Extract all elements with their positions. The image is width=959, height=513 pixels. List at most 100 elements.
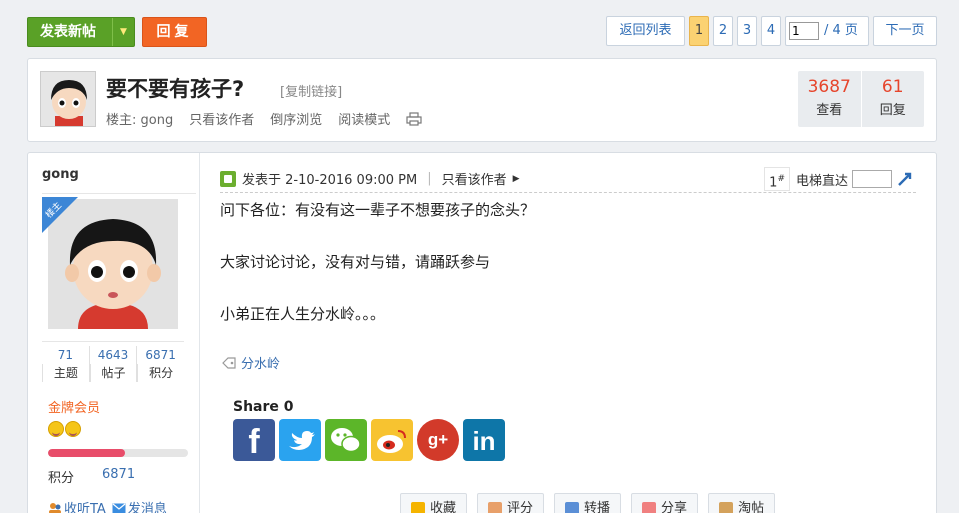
post-header: 发表于 2-10-2016 09:00 PM | 只看该作者 ▶ 1# 电梯直达 [220,165,916,193]
linkedin-icon[interactable]: in [463,419,505,461]
collect-label: 淘帖 [738,501,765,513]
follow-link[interactable]: 收听TA [48,498,106,513]
star-icon [411,502,425,513]
next-page-button[interactable]: 下一页 [873,16,937,46]
new-post-button[interactable]: 发表新帖 ▼ [27,17,135,47]
favorite-button[interactable]: 收藏 [400,493,468,513]
share-buttons: f g+ in [233,419,505,461]
new-post-label: 发表新帖 [40,24,96,40]
cartoon-boy-icon [41,72,95,126]
reply-button[interactable]: 回复 [142,17,207,47]
users-icon [49,503,61,513]
score-label: 积分 [48,471,75,486]
stat-value: 6871 [145,348,176,362]
message-label: 发消息 [127,502,167,513]
reverse-order-link[interactable]: 倒序浏览 [270,109,322,128]
author-stat-posts[interactable]: 4643 帖子 [88,346,137,382]
wechat-bubbles-icon [331,428,361,453]
post-actions: 收藏 评分 转播 分享 淘帖 [400,493,776,513]
thread-stats: 3687 查看 61 回复 [798,71,924,127]
only-author-link[interactable]: 只看该作者 [189,109,254,128]
post-icon [220,170,236,187]
twitter-icon[interactable] [279,419,321,461]
divider [42,193,196,194]
divider: | [427,171,432,186]
author-panel: gong 楼主 71 主题 4643 帖子 6871 积分 金牌会员 积分 68… [28,153,200,513]
go-arrow-icon[interactable] [896,170,916,188]
author-name[interactable]: gong [42,167,79,182]
views-count: 3687 [807,77,851,97]
message-link[interactable]: 发消息 [112,498,167,513]
author-stat-topics[interactable]: 71 主题 [42,346,89,382]
stat-label: 帖子 [89,364,137,382]
post: gong 楼主 71 主题 4643 帖子 6871 积分 金牌会员 积分 68… [27,152,937,513]
twitter-bird-icon [289,431,315,450]
author-score: 积分 6871 [48,467,135,486]
smiley-icon [48,421,64,437]
post-body: 问下各位：有没有这一辈子不想要孩子的念头？ 大家讨论讨论，没有对与错，请踊跃参与… [220,197,535,353]
read-mode-link[interactable]: 阅读模式 [338,109,390,128]
facebook-icon[interactable]: f [233,419,275,461]
only-author-link[interactable]: 只看该作者 [442,169,507,188]
page-2[interactable]: 2 [713,16,733,46]
wechat-icon[interactable] [325,419,367,461]
weibo-eye-icon [377,430,406,453]
floor-sup: # [777,174,785,184]
collect-button[interactable]: 淘帖 [708,493,776,513]
page-jump: / 4 页 [785,16,869,46]
back-to-list-button[interactable]: 返回列表 [606,16,685,46]
copy-link[interactable]: [复制链接] [280,81,342,100]
replies-stat: 61 回复 [860,71,925,127]
floor-number[interactable]: 1# [764,167,790,191]
page-jump-input[interactable] [789,22,819,40]
rank-progress-bar [48,449,188,457]
post-line: 小弟正在人生分水岭。。。 [220,305,386,323]
elevator-label: 电梯直达 [795,173,848,189]
page-4[interactable]: 4 [761,16,781,46]
stat-label: 主题 [42,364,89,382]
author-rank[interactable]: 金牌会员 [48,397,100,416]
replies-label: 回复 [879,103,906,118]
rank-stars [48,421,81,437]
smiley-icon [65,421,81,437]
page-title: 要不要有孩子? [106,77,245,101]
google-plus-icon[interactable]: g+ [417,419,459,461]
share-button[interactable]: 分享 [631,493,699,513]
weibo-icon[interactable] [371,419,413,461]
author-stat-points[interactable]: 6871 积分 [136,346,184,382]
author-stats: 71 主题 4643 帖子 6871 积分 [42,341,184,382]
favorite-label: 收藏 [430,501,457,513]
share-label: Share 0 [233,399,294,415]
avatar[interactable] [40,71,96,127]
post-tag[interactable]: 分水岭 [222,353,280,372]
score-value: 6871 [102,467,136,482]
floor-jump-input[interactable] [852,170,892,188]
post-content: 发表于 2-10-2016 09:00 PM | 只看该作者 ▶ 1# 电梯直达… [200,153,936,513]
thread-header: 要不要有孩子? [复制链接] 楼主: gong 只看该作者 倒序浏览 阅读模式 … [27,58,937,142]
printer-icon[interactable] [406,111,422,126]
page-total: / 4 页 [824,23,858,38]
page-3[interactable]: 3 [737,16,757,46]
rank-progress-fill [48,449,125,457]
rate-label: 评分 [507,501,534,513]
chevron-down-icon[interactable]: ▼ [112,18,134,46]
follow-label: 收听TA [64,502,106,513]
rate-button[interactable]: 评分 [477,493,545,513]
tag-label: 分水岭 [241,357,281,372]
repost-label: 转播 [584,501,611,513]
post-time: 发表于 2-10-2016 09:00 PM [242,173,418,188]
pagination: 返回列表 1 2 3 4 / 4 页 下一页 [606,15,937,47]
page-1[interactable]: 1 [689,16,709,46]
top-toolbar: 发表新帖 ▼ 回复 返回列表 1 2 3 4 / 4 页 下一页 [27,15,937,49]
post-header-right: 1# 电梯直达 [764,165,916,193]
views-label: 查看 [816,103,843,118]
thread-owner: 楼主: gong [106,113,174,128]
tag-icon [222,356,236,369]
stat-value: 4643 [97,348,129,362]
thumb-icon [488,502,503,513]
repost-icon [565,502,580,513]
envelope-icon [112,503,126,513]
stat-value: 71 [57,348,73,362]
thread-meta: 楼主: gong 只看该作者 倒序浏览 阅读模式 [106,109,422,128]
repost-button[interactable]: 转播 [554,493,622,513]
